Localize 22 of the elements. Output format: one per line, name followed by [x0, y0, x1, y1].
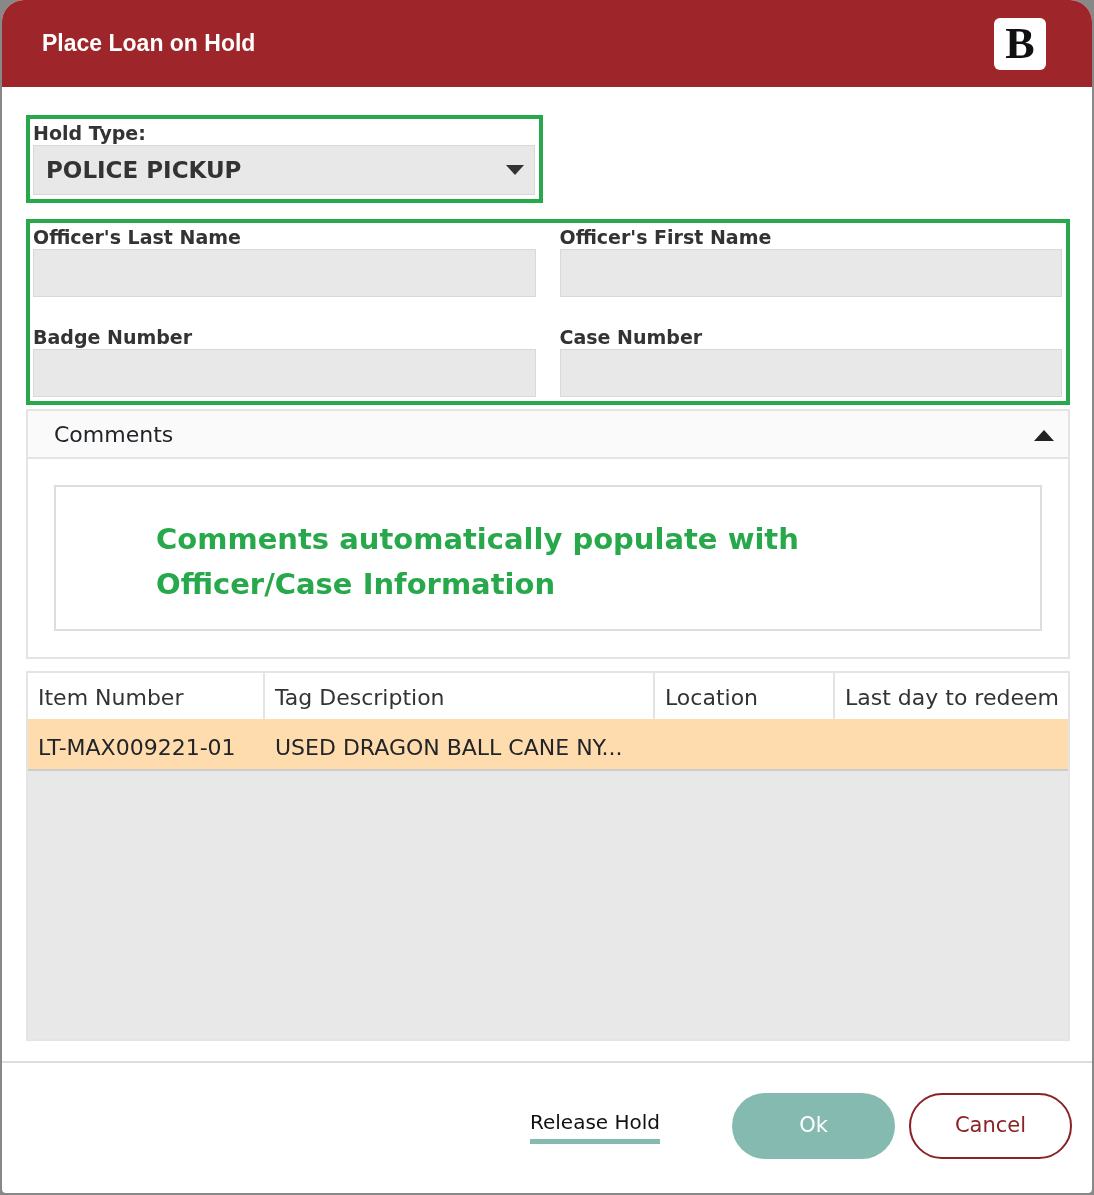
cancel-button[interactable]: Cancel [909, 1092, 1072, 1159]
panel-title: Comments [54, 420, 174, 449]
window-title: Place Loan on Hold [42, 29, 256, 59]
field-label: Case Number [559, 325, 704, 349]
table-cell-text: USED DRAGON BALL CANE NY... [274, 734, 624, 762]
table-row[interactable]: LT-MAX009221-01 USED DRAGON BALL CANE NY... [28, 719, 1068, 771]
column-header: Last day to redeem [844, 684, 1060, 712]
input-field[interactable] [33, 249, 536, 297]
release-hold-link[interactable]: Release Hold [529, 1107, 660, 1144]
logo: B [994, 17, 1046, 70]
comments-header[interactable]: Comments [28, 411, 1068, 459]
caret-icon [506, 165, 524, 175]
input-field[interactable] [559, 249, 1062, 297]
comments-note: Comments automatically populate with Officer/Case Information [54, 485, 1042, 631]
table-cell-text: LT-MAX009221-01 [37, 734, 237, 762]
input-field[interactable] [33, 349, 536, 397]
hold-type-dropdown[interactable]: POLICE PICKUP [33, 145, 535, 195]
field-label: Officer's First Name [559, 225, 773, 249]
input-field[interactable] [559, 349, 1062, 397]
field-label: Hold Type: [33, 121, 147, 145]
field-label: Officer's Last Name [33, 225, 242, 249]
field-label: Badge Number [33, 325, 194, 349]
